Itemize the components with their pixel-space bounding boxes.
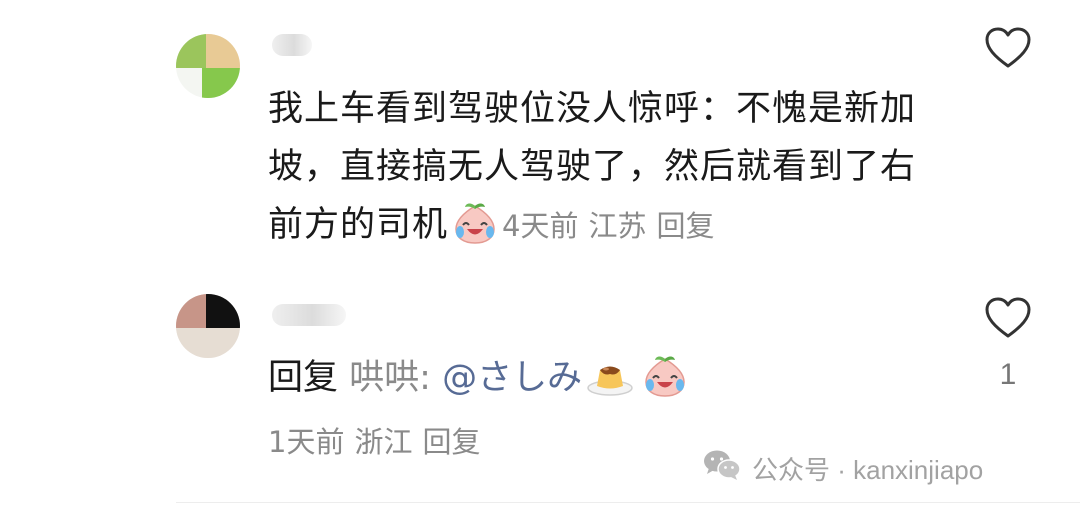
wechat-icon [702, 448, 742, 489]
divider [176, 502, 1080, 503]
reply-prefix: 回复 [268, 358, 339, 398]
like-count: 1 [999, 358, 1017, 391]
pudding-emoji [586, 357, 634, 414]
mention-link[interactable]: @さしみ [442, 358, 582, 398]
comment-location: 江苏 [588, 209, 647, 243]
comment-body: 我上车看到驾驶位没人惊呼：不愧是新加坡，直接搞无人驾驶了，然后就看到了右前方的司… [268, 80, 948, 262]
username-blurred[interactable] [272, 304, 346, 326]
reply-body: 回复 哄哄: @さしみ [268, 350, 692, 414]
crying-laughing-emoji [452, 202, 498, 262]
username-blurred[interactable] [272, 34, 312, 56]
avatar[interactable] [176, 294, 240, 358]
avatar[interactable] [176, 34, 240, 98]
watermark-label: 公众号 · kanxinjiapo [752, 454, 984, 485]
comment-meta: 4天前 江苏 回复 [502, 209, 714, 243]
watermark: 公众号 · kanxinjiapo [702, 448, 983, 488]
reply-button[interactable]: 回复 [422, 425, 480, 459]
reply-location: 浙江 [354, 425, 413, 459]
reply-button[interactable]: 回复 [656, 209, 714, 243]
reply-meta: 1天前 浙江 回复 [268, 420, 480, 464]
reply-time: 1天前 [268, 425, 345, 459]
crying-laughing-emoji [642, 355, 688, 414]
like-heart-icon[interactable] [984, 296, 1032, 340]
like-heart-icon[interactable] [984, 26, 1032, 70]
comment-time: 4天前 [502, 209, 579, 243]
reply-to-user[interactable]: 哄哄: [349, 358, 431, 398]
